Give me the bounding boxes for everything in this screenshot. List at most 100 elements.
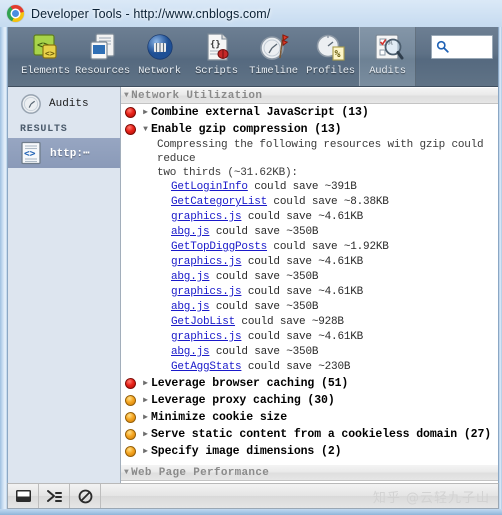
gzip-resource-item: GetJobList could save ~928B — [157, 315, 498, 330]
title-bar: Developer Tools - http://www.cnblogs.com… — [0, 0, 502, 27]
console-prompt-icon — [46, 490, 62, 502]
resource-saving-text: could save ~350B — [209, 301, 319, 313]
status-bar-spacer — [101, 484, 373, 508]
resource-saving-text: could save ~230B — [241, 361, 351, 373]
tab-resources[interactable]: Resources — [74, 27, 131, 86]
audits-icon: A — [372, 31, 404, 63]
audit-rule-row[interactable]: ▶ Leverage proxy caching (30) — [121, 392, 498, 409]
console-prompt-button[interactable] — [39, 484, 70, 508]
sidebar-section-results: RESULTS — [20, 124, 68, 135]
resource-saving-text: could save ~350B — [209, 346, 319, 358]
resource-link[interactable]: graphics.js — [171, 211, 242, 223]
gzip-resource-item: abg.js could save ~350B — [157, 345, 498, 360]
resource-link[interactable]: abg.js — [171, 346, 210, 358]
svg-text:{}: {} — [210, 40, 221, 50]
resource-link[interactable]: graphics.js — [171, 286, 242, 298]
svg-text:%: % — [334, 49, 340, 60]
gzip-resource-item: abg.js could save ~350B — [157, 270, 498, 285]
audit-rule-row[interactable]: ▶ Minimize cookie size — [121, 409, 498, 426]
gzip-detail-line-2: two thirds (~31.62KB): — [157, 167, 298, 179]
devtools-window: Developer Tools - http://www.cnblogs.com… — [0, 0, 502, 515]
devtools-toolbar: <> <> Elements Resources — [8, 27, 498, 87]
audit-rule-row[interactable]: ▶ Combine external JavaScript (13) — [121, 104, 498, 121]
audit-rule-title: Combine external JavaScript (13) — [151, 106, 369, 119]
audits-clock-icon — [21, 94, 41, 114]
gzip-resource-item: graphics.js could save ~4.61KB — [157, 255, 498, 270]
severity-red-icon — [125, 107, 136, 118]
sidebar-item-result-label: http:⋯ — [50, 148, 90, 160]
content-split: Audits RESULTS <> http:⋯ ▼ Network Utili… — [8, 87, 498, 509]
resource-saving-text: could save ~4.61KB — [241, 331, 364, 343]
audit-rule-title: Specify image dimensions (2) — [151, 445, 342, 458]
tab-scripts-label: Scripts — [195, 65, 238, 77]
watermark: 知乎 @云轻九子山 — [372, 490, 490, 506]
resource-link[interactable]: GetAggStats — [171, 361, 242, 373]
resources-icon — [87, 31, 119, 63]
audit-rule-title: Minimize cookie size — [151, 411, 288, 424]
severity-amber-icon — [125, 412, 136, 423]
audit-rule-row[interactable]: ▶ Specify image dimensions (2) — [121, 443, 498, 460]
document-code-icon: <> — [21, 141, 41, 165]
search-container — [431, 35, 493, 59]
resource-link[interactable]: GetJobList — [171, 316, 235, 328]
gzip-resource-item: graphics.js could save ~4.61KB — [157, 330, 498, 345]
tab-audits-label: Audits — [369, 65, 406, 77]
svg-text:<>: <> — [24, 149, 36, 160]
resource-link[interactable]: abg.js — [171, 271, 210, 283]
clear-console-icon — [78, 489, 92, 503]
resource-link[interactable]: graphics.js — [171, 331, 242, 343]
resource-saving-text: could save ~1.92KB — [267, 241, 389, 253]
tab-network[interactable]: Network — [131, 27, 188, 86]
chevron-right-icon: ▶ — [143, 429, 148, 439]
resource-link[interactable]: GetTopDiggPosts — [171, 241, 267, 253]
gzip-resource-item: graphics.js could save ~4.61KB — [157, 210, 498, 225]
resource-saving-text: could save ~350B — [209, 271, 319, 283]
severity-amber-icon — [125, 395, 136, 406]
resource-saving-text: could save ~391B — [247, 181, 357, 193]
resource-link[interactable]: graphics.js — [171, 256, 242, 268]
tab-timeline[interactable]: Timeline — [245, 27, 302, 86]
sidebar-item-result[interactable]: <> http:⋯ — [8, 138, 120, 168]
sidebar-item-audits[interactable]: Audits — [8, 87, 120, 121]
chevron-right-icon: ▶ — [143, 395, 148, 405]
scripts-icon: {} — [201, 31, 233, 63]
gzip-resource-item: abg.js could save ~350B — [157, 300, 498, 315]
tab-profiles-label: Profiles — [306, 65, 355, 77]
chevron-right-icon: ▶ — [143, 107, 148, 117]
group-header-web-page-performance[interactable]: ▼ Web Page Performance — [121, 464, 498, 481]
timeline-icon — [258, 31, 290, 63]
clear-console-button[interactable] — [70, 484, 101, 508]
audit-rule-title: Enable gzip compression (13) — [151, 123, 342, 136]
chevron-down-icon: ▼ — [124, 468, 130, 477]
elements-icon: <> <> — [30, 31, 62, 63]
devtools-client: <> <> Elements Resources — [7, 27, 499, 509]
resource-saving-text: could save ~928B — [235, 316, 344, 328]
gzip-resource-item: GetTopDiggPosts could save ~1.92KB — [157, 240, 498, 255]
audit-rule-row[interactable]: ▶ Leverage browser caching (51) — [121, 375, 498, 392]
resource-link[interactable]: abg.js — [171, 301, 210, 313]
chevron-right-icon: ▶ — [143, 446, 148, 456]
audit-rule-row[interactable]: ▶ Serve static content from a cookieless… — [121, 426, 498, 443]
tab-profiles[interactable]: % Profiles — [302, 27, 359, 86]
tab-elements[interactable]: <> <> Elements — [17, 27, 74, 86]
window-left-edge — [0, 0, 7, 515]
audit-rule-row[interactable]: ▼ Enable gzip compression (13) — [121, 121, 498, 138]
audit-results-pane: ▼ Network Utilization ▶ Combine external… — [121, 87, 498, 509]
tab-audits[interactable]: A Audits — [359, 27, 416, 86]
group-header-network-utilization[interactable]: ▼ Network Utilization — [121, 87, 498, 104]
gzip-detail-line-1: Compressing the following resources with… — [157, 139, 484, 165]
gzip-resource-item: graphics.js could save ~4.61KB — [157, 285, 498, 300]
search-input[interactable] — [431, 35, 493, 59]
network-icon — [144, 31, 176, 63]
severity-red-icon — [125, 378, 136, 389]
dock-to-bottom-button[interactable] — [8, 484, 39, 508]
resource-link[interactable]: abg.js — [171, 226, 210, 238]
dock-to-bottom-icon — [15, 490, 31, 502]
gzip-resource-list: GetLoginInfo could save ~391B GetCategory… — [157, 180, 498, 375]
severity-amber-icon — [125, 446, 136, 457]
tab-elements-label: Elements — [21, 65, 70, 77]
resource-link[interactable]: GetCategoryList — [171, 196, 267, 208]
group-header-web-page-performance-label: Web Page Performance — [131, 466, 270, 479]
tab-scripts[interactable]: {} Scripts — [188, 27, 245, 86]
resource-link[interactable]: GetLoginInfo — [171, 181, 248, 193]
